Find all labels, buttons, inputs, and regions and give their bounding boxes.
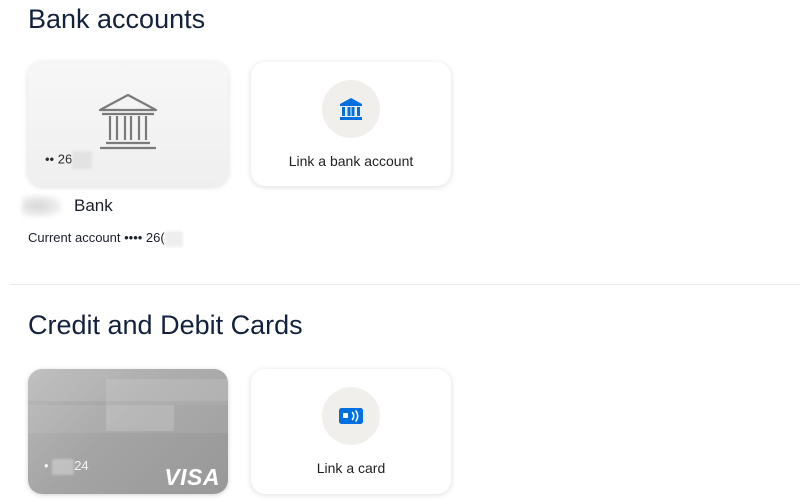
card-pattern	[106, 379, 228, 405]
section-divider	[10, 284, 800, 285]
link-bank-account-button[interactable]: Link a bank account	[251, 62, 451, 186]
card-icon	[339, 408, 363, 424]
redacted-digits	[72, 151, 93, 169]
link-bank-icon-circle	[322, 80, 380, 138]
link-card-icon-circle	[322, 387, 380, 445]
redacted-digits	[164, 230, 183, 247]
link-card-label: Link a card	[316, 460, 386, 476]
card-mask-dot: •	[44, 458, 49, 473]
card-last-digits: 24	[74, 458, 89, 473]
bank-icon	[340, 98, 362, 120]
masked-number-text: •• 26	[45, 151, 73, 167]
visa-logo: VISA	[164, 464, 220, 490]
link-bank-account-label: Link a bank account	[288, 153, 414, 169]
cards-title: Credit and Debit Cards	[28, 310, 303, 340]
bank-account-card[interactable]: •• 26	[28, 62, 228, 186]
wallet-page: Bank accounts •• 26 Link a bank account …	[0, 0, 800, 504]
account-description-text: Current account •••• 26(	[28, 230, 165, 245]
bank-logo	[22, 195, 62, 217]
card-masked-number: • 24	[44, 458, 89, 475]
link-card-button[interactable]: Link a card	[251, 369, 451, 494]
bank-name: Bank	[74, 196, 113, 215]
bank-name-row: Bank	[22, 195, 113, 219]
bank-accounts-title: Bank accounts	[28, 4, 206, 34]
bank-building-icon	[98, 93, 158, 150]
account-description: Current account •••• 26(	[28, 230, 183, 247]
visa-card[interactable]: • 24 VISA	[28, 369, 228, 494]
bank-account-masked-number: •• 26	[45, 151, 93, 169]
redacted-digits	[52, 458, 75, 475]
card-pattern	[106, 405, 174, 431]
